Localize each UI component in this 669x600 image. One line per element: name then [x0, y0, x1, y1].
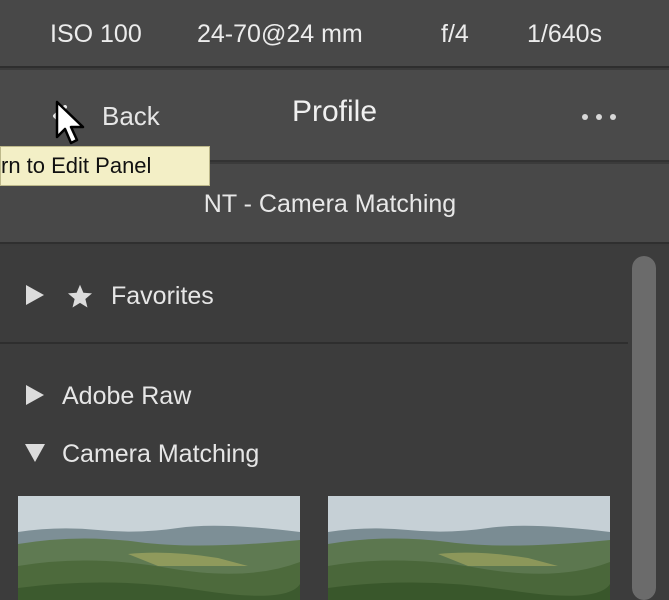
adobe-raw-group[interactable]: Adobe Raw [0, 370, 620, 418]
star-icon [67, 284, 93, 308]
focal-length-value: 24-70@24 mm [197, 20, 363, 48]
collapse-arrow-icon [25, 444, 45, 462]
scrollbar-thumb[interactable] [632, 256, 656, 600]
landscape-thumbnail-image [18, 496, 300, 600]
camera-matching-label: Camera Matching [62, 440, 260, 468]
landscape-thumbnail-image [328, 496, 610, 600]
iso-value: ISO 100 [50, 20, 142, 48]
more-options-button[interactable] [582, 104, 616, 130]
favorites-label: Favorites [111, 282, 214, 310]
metadata-bar: ISO 100 24-70@24 mm f/4 1/640s [0, 0, 669, 68]
profile-list: Favorites Adobe Raw Camera Matching [0, 246, 669, 600]
profile-group-label: NT - Camera Matching [203, 190, 457, 218]
mouse-pointer-icon [55, 100, 85, 145]
page-title: Profile [291, 95, 378, 128]
profile-thumbnail[interactable] [328, 496, 610, 600]
vertical-scrollbar[interactable] [632, 256, 656, 600]
shutter-speed-value: 1/640s [527, 20, 603, 48]
camera-matching-group[interactable]: Camera Matching [0, 430, 620, 478]
back-tooltip: rn to Edit Panel [0, 146, 210, 186]
adobe-raw-label: Adobe Raw [62, 382, 192, 410]
expand-arrow-icon [26, 385, 44, 405]
ellipsis-icon [582, 114, 588, 120]
ellipsis-dot [610, 114, 616, 120]
ellipsis-dot [596, 114, 602, 120]
aperture-value: f/4 [441, 20, 469, 48]
favorites-group[interactable]: Favorites [0, 246, 628, 344]
profile-thumbnail[interactable] [18, 496, 300, 600]
expand-arrow-icon [26, 285, 44, 305]
